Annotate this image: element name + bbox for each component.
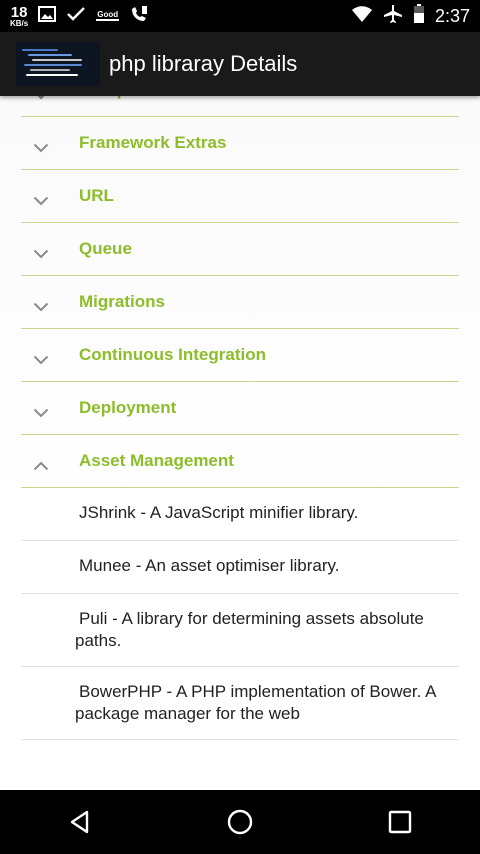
expandable-list: Components Framework Extras URL Queue Migrat…: [0, 96, 480, 740]
navigation-bar: [0, 790, 480, 854]
child-list-item[interactable]: JShrink - A JavaScript minifier library.: [21, 488, 459, 541]
chevron-down-icon: [33, 191, 49, 206]
good-signal-icon: Good: [96, 10, 120, 22]
airplane-icon: [383, 4, 403, 28]
missed-call-icon: [129, 4, 149, 28]
group-label: Queue: [79, 239, 132, 258]
group-label: Asset Management: [79, 451, 234, 470]
clock: 2:37: [434, 5, 470, 26]
group-row[interactable]: Framework Extras: [21, 117, 459, 170]
network-speed: 18 KB/s: [10, 5, 28, 28]
child-item-label: Munee - An asset optimiser library.: [79, 556, 340, 575]
child-item-label: Puli - A library for determining assets …: [75, 609, 424, 650]
group-label: Migrations: [79, 292, 165, 311]
group-row[interactable]: Queue: [21, 223, 459, 276]
child-list-item[interactable]: Munee - An asset optimiser library.: [21, 541, 459, 594]
chevron-down-icon: [33, 244, 49, 259]
image-icon: [38, 6, 57, 26]
child-item-label: BowerPHP - A PHP implementation of Bower…: [75, 682, 436, 723]
network-speed-value: 18: [10, 3, 28, 21]
library-details-list[interactable]: Components Framework Extras URL Queue Migrat…: [0, 96, 480, 790]
code-snippet-logo: [16, 42, 100, 86]
chevron-down-icon: [33, 403, 49, 418]
home-button[interactable]: [210, 792, 270, 852]
page-title: php libraray Details: [109, 51, 298, 76]
child-list-item[interactable]: Puli - A library for determining assets …: [21, 594, 459, 667]
group-row[interactable]: Continuous Integration: [21, 329, 459, 382]
battery-icon: [413, 4, 425, 28]
status-bar: 18 KB/s Good 2:37: [0, 0, 480, 32]
group-label: Components: [79, 96, 183, 100]
chevron-down-icon: [33, 297, 49, 312]
chevron-up-icon: [33, 456, 49, 471]
back-button[interactable]: [50, 792, 110, 852]
child-list-item[interactable]: BowerPHP - A PHP implementation of Bower…: [21, 667, 459, 740]
group-label: Continuous Integration: [79, 345, 266, 364]
check-icon: [66, 6, 86, 26]
group-row[interactable]: Deployment: [21, 382, 459, 435]
group-row[interactable]: Migrations: [21, 276, 459, 329]
group-label: Deployment: [79, 398, 177, 417]
chevron-down-icon: [33, 350, 49, 365]
group-label: Framework Extras: [79, 133, 227, 152]
group-label: URL: [79, 186, 114, 205]
wifi-icon: [351, 5, 373, 27]
back-icon: [70, 810, 89, 834]
child-item-label: JShrink - A JavaScript minifier library.: [79, 503, 359, 522]
app-bar: php libraray Details: [0, 32, 480, 96]
recents-icon: [388, 810, 412, 834]
group-row[interactable]: URL: [21, 170, 459, 223]
home-icon: [227, 809, 253, 835]
group-row[interactable]: Asset Management: [21, 435, 459, 488]
recents-button[interactable]: [370, 792, 430, 852]
chevron-down-icon: [33, 138, 49, 153]
network-speed-unit: KB/s: [10, 18, 29, 28]
group-row[interactable]: Components: [21, 96, 459, 117]
